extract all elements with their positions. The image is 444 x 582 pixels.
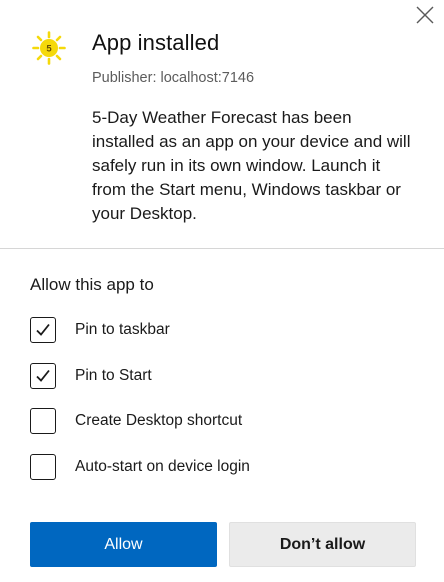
option-label: Auto-start on device login (75, 458, 250, 475)
checkmark-icon (36, 369, 50, 382)
close-icon[interactable] (414, 4, 436, 26)
pin-to-taskbar-checkbox[interactable] (30, 317, 56, 343)
option-label: Pin to Start (75, 367, 152, 384)
option-pin-to-taskbar[interactable]: Pin to taskbar (30, 314, 410, 346)
option-create-desktop-shortcut[interactable]: Create Desktop shortcut (30, 405, 410, 437)
close-button[interactable] (414, 4, 436, 26)
allow-button[interactable]: Allow (30, 522, 217, 567)
desktop-shortcut-checkbox[interactable] (30, 408, 56, 434)
option-auto-start[interactable]: Auto-start on device login (30, 451, 410, 483)
option-pin-to-start[interactable]: Pin to Start (30, 360, 410, 392)
dialog-title: App installed (92, 30, 220, 55)
option-label: Create Desktop shortcut (75, 412, 243, 429)
checkmark-icon (36, 323, 50, 336)
install-description: 5-Day Weather Forecast has been installe… (92, 108, 411, 223)
section-divider (0, 248, 444, 249)
pin-to-start-checkbox[interactable] (30, 363, 56, 389)
app-icon: 5 (32, 31, 66, 65)
app-icon-badge: 5 (46, 44, 52, 55)
app-installed-dialog: 5 App installed Publisher: localhost:714… (0, 0, 444, 582)
dont-allow-button[interactable]: Don’t allow (229, 522, 416, 567)
option-label: Pin to taskbar (75, 321, 170, 338)
auto-start-checkbox[interactable] (30, 454, 56, 480)
permissions-heading: Allow this app to (30, 275, 154, 294)
publisher-text: Publisher: localhost:7146 (92, 70, 255, 86)
sun-icon: 5 (32, 31, 66, 65)
